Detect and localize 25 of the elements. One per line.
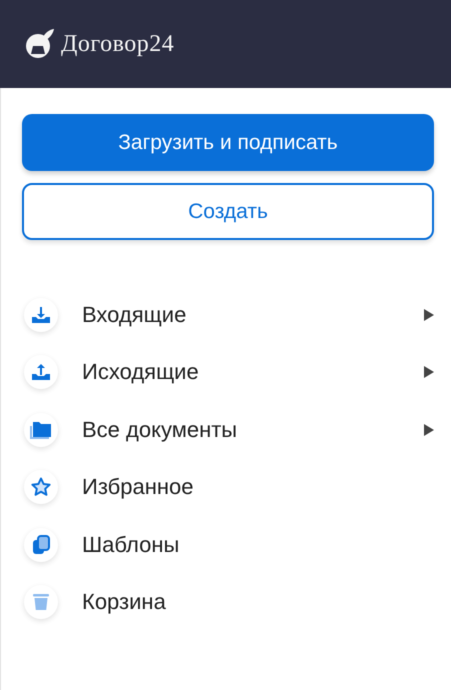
menu-item[interactable]: Входящие: [22, 286, 434, 344]
menu-item[interactable]: Шаблоны: [22, 516, 434, 574]
menu-item[interactable]: Исходящие: [22, 344, 434, 401]
expand-arrow-icon[interactable]: [424, 366, 434, 378]
logo-text: Договор24: [61, 30, 174, 58]
menu-label: Корзина: [82, 589, 167, 616]
menu-label: Все документы: [82, 416, 238, 443]
logo-icon: [25, 28, 55, 60]
star-icon: [31, 477, 51, 498]
upload-sign-button[interactable]: Загрузить и подписать: [22, 114, 434, 171]
menu-label: Шаблоны: [82, 532, 180, 558]
menu-label: Избранное: [82, 474, 194, 500]
menu-label: Входящие: [82, 302, 188, 328]
menu-item[interactable]: Избранное: [22, 458, 434, 516]
trash-icon: [33, 593, 49, 612]
upload-icon: [32, 363, 50, 382]
menu-item[interactable]: Все документы: [22, 401, 434, 458]
menu-item[interactable]: Корзина: [22, 574, 434, 631]
copy-icon: [32, 534, 50, 555]
expand-arrow-icon[interactable]: [424, 424, 434, 436]
download-icon: [32, 306, 50, 324]
expand-arrow-icon[interactable]: [424, 308, 434, 321]
create-button[interactable]: Создать: [22, 183, 434, 240]
folder-icon: [30, 420, 52, 439]
menu-label: Исходящие: [82, 359, 200, 386]
